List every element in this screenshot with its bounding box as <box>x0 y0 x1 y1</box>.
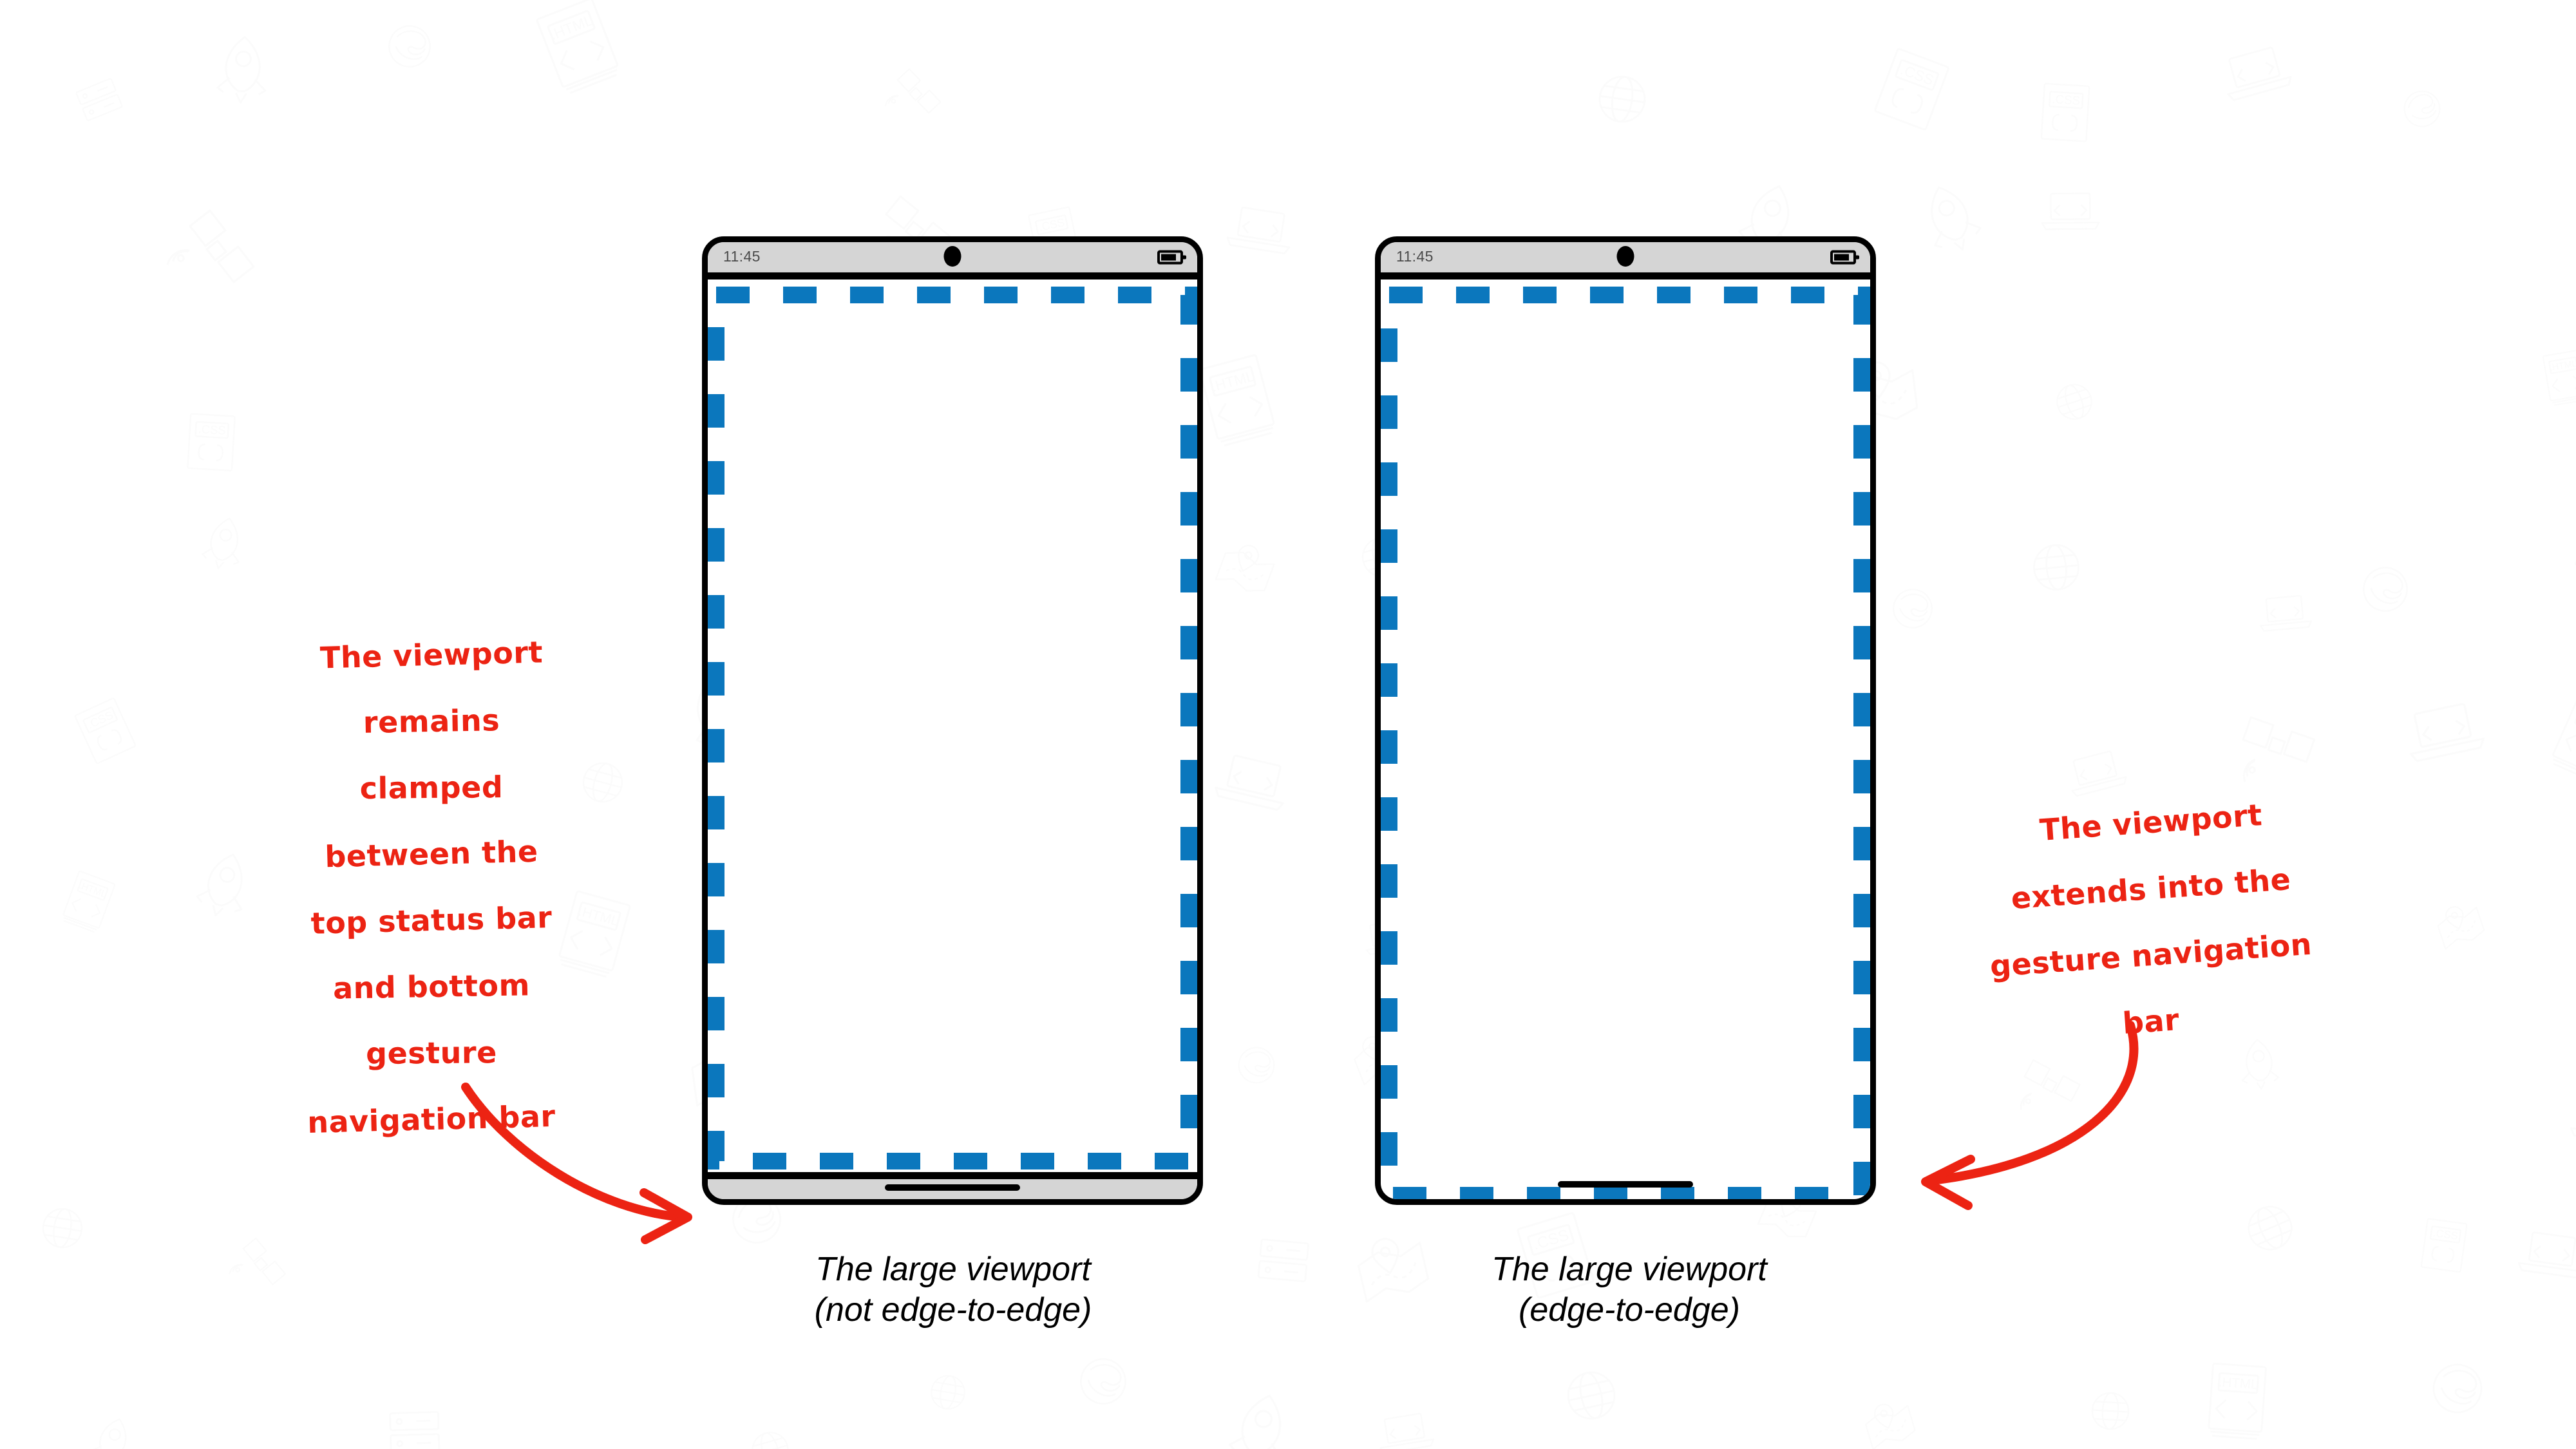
annotation-left-line-1: The viewport <box>319 634 544 676</box>
gesture-navigation-bar <box>1381 1172 1870 1199</box>
annotation-left-line-7: gesture <box>365 1034 498 1071</box>
annotation-right-line-1: The viewport <box>2038 797 2264 848</box>
annotation-left-line-8: navigation bar <box>307 1098 556 1140</box>
annotation-right-text: The viewport extends into the gesture na… <box>1932 773 2370 1072</box>
annotation-right-line-2: extends into the <box>2010 861 2292 916</box>
edge-to-edge-viewport-outline <box>1381 287 1870 1199</box>
battery-full-icon <box>1830 250 1859 265</box>
gesture-handle-icon <box>1558 1181 1693 1188</box>
camera-punch-hole-icon <box>943 245 961 267</box>
annotation-left-line-2: remains <box>363 702 500 740</box>
gesture-handle-icon <box>885 1184 1020 1191</box>
camera-punch-hole-icon <box>1616 245 1634 267</box>
annotation-left-line-6: and bottom <box>332 967 531 1006</box>
status-bar-time: 11:45 <box>723 247 761 265</box>
phone-not-edge-to-edge: 11:45 <box>702 236 1203 1205</box>
status-bar: 11:45 <box>1381 242 1870 279</box>
annotation-left-line-5: top status bar <box>310 899 553 941</box>
caption-not-edge-to-edge: The large viewport (not edge-to-edge) <box>814 1251 1092 1329</box>
annotation-left-line-4: between the <box>324 833 539 874</box>
annotation-right-line-3: gesture navigation <box>1989 926 2313 983</box>
clamped-viewport-outline <box>708 287 1197 1170</box>
phone-edge-to-edge: 11:45 <box>1375 236 1876 1205</box>
battery-full-icon <box>1157 250 1186 265</box>
annotation-right-line-4: bar <box>2121 1001 2181 1041</box>
annotation-left-text: The viewport remains clamped between the… <box>245 605 618 1170</box>
status-bar-time: 11:45 <box>1396 247 1434 265</box>
caption-edge-to-edge: The large viewport (edge-to-edge) <box>1492 1251 1767 1329</box>
gesture-navigation-bar <box>708 1172 1197 1199</box>
annotation-left-line-3: clamped <box>359 769 504 806</box>
status-bar: 11:45 <box>708 242 1197 279</box>
